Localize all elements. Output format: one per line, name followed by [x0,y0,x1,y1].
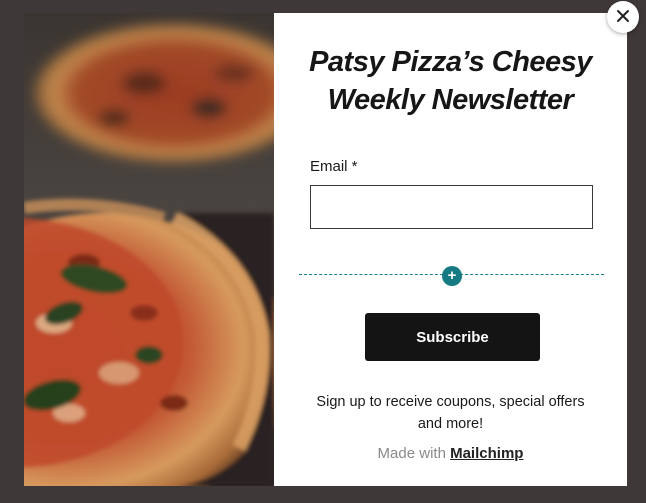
close-icon [616,9,630,26]
signup-form: Patsy Pizza’s Cheesy Weekly Newsletter E… [274,13,627,486]
plus-icon: + [447,267,457,284]
email-label: Email * [310,158,358,175]
add-block-button[interactable]: + [442,266,462,286]
email-field[interactable] [310,185,593,229]
subscribe-button[interactable]: Subscribe [365,313,540,361]
modal-overlay: Patsy Pizza’s Cheesy Weekly Newsletter E… [0,0,646,503]
made-with-prefix: Made with [377,445,446,462]
signup-description: Sign up to receive coupons, special offe… [316,394,585,432]
newsletter-title: Patsy Pizza’s Cheesy Weekly Newsletter [309,46,592,116]
close-button[interactable] [607,1,639,33]
pizza-image [24,13,274,486]
made-with-footer: Made with Mailchimp [274,445,627,462]
newsletter-popup: Patsy Pizza’s Cheesy Weekly Newsletter E… [24,13,627,486]
mailchimp-link[interactable]: Mailchimp [450,445,523,462]
